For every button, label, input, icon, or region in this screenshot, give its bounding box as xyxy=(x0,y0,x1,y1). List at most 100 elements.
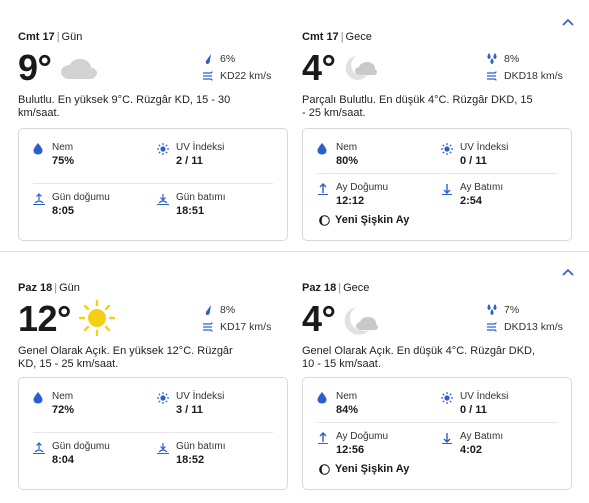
humidity-value: 84% xyxy=(336,404,359,416)
card-divider xyxy=(317,422,557,423)
humidity-value: 72% xyxy=(52,404,75,416)
sunrise-value: 8:05 xyxy=(52,205,75,217)
wind-icon xyxy=(487,71,497,81)
wind-value: KD17 km/s xyxy=(220,321,272,333)
period-label: Gece xyxy=(343,282,370,294)
panel-header: Cmt 17 | Gün xyxy=(18,31,83,43)
description-line: Genel Olarak Açık. En yüksek 12°C. Rüzgâ… xyxy=(18,345,233,357)
moon-phase: Yeni Şişkin Ay xyxy=(319,463,409,476)
precip-value: 8% xyxy=(504,53,520,65)
humidity-value: 80% xyxy=(336,155,359,167)
uv-sun-icon xyxy=(441,143,453,155)
description-line: Bulutlu. En yüksek 9°C. Rüzgâr KD, 15 - … xyxy=(18,94,231,106)
card-divider xyxy=(317,173,557,174)
night-panel: Paz 18 | Gece 4° 7% DKD13 km/s Genel Ola… xyxy=(302,281,572,490)
precip-value: 8% xyxy=(220,304,236,316)
uv-label: UV İndeksi xyxy=(460,142,509,153)
panel-header: Paz 18 | Gün xyxy=(18,282,80,294)
uv-value: 0 / 11 xyxy=(460,155,487,167)
partly-cloudy-night-icon xyxy=(345,56,377,80)
description-line: 10 - 15 km/saat. xyxy=(302,358,381,370)
card-divider xyxy=(33,183,273,184)
uv-sun-icon xyxy=(157,143,169,155)
moonrise-value: 12:56 xyxy=(336,444,365,456)
moon-phase: Yeni Şişkin Ay xyxy=(319,214,409,227)
rain-drops-icon xyxy=(487,53,497,64)
forecast-description: Genel Olarak Açık. En yüksek 12°C. Rüzgâ… xyxy=(18,345,288,371)
uv-sun-icon xyxy=(441,392,453,404)
chevron-up-icon[interactable] xyxy=(561,17,575,27)
wind-icon xyxy=(203,322,213,332)
forecast-description: Genel Olarak Açık. En düşük 4°C. Rüzgâr … xyxy=(302,345,572,371)
partly-cloudy-night-icon xyxy=(344,307,378,335)
sunrise-icon xyxy=(33,193,45,205)
sunset-value: 18:52 xyxy=(176,454,205,466)
panel-header: Paz 18 | Gece xyxy=(302,282,370,294)
night-panel: Cmt 17 | Gece 4° 8% DKD18 km/s Parçalı B… xyxy=(302,30,572,241)
chevron-up-icon[interactable] xyxy=(561,267,575,277)
period-label: Gece xyxy=(345,31,372,43)
temperature: 4° xyxy=(302,47,336,88)
description-line: KD, 15 - 25 km/saat. xyxy=(18,358,119,370)
description-line: Parçalı Bulutlu. En düşük 4°C. Rüzgâr DK… xyxy=(302,94,533,106)
rain-drops-icon xyxy=(487,304,497,315)
forecast-description: Bulutlu. En yüksek 9°C. Rüzgâr KD, 15 - … xyxy=(18,94,288,120)
humidity-label: Nem xyxy=(336,391,358,402)
moonset-label: Ay Batımı xyxy=(460,431,504,442)
raindrop-icon xyxy=(205,305,211,315)
details-card: Nem 75% UV İndeksi 2 / 11 Gün doğumu 8:0… xyxy=(18,128,288,241)
wind-value: DKD18 km/s xyxy=(504,70,563,82)
moon-phase-icon xyxy=(319,215,330,226)
wind-icon xyxy=(203,71,213,81)
uv-label: UV İndeksi xyxy=(176,391,225,402)
moonrise-value: 12:12 xyxy=(336,195,365,207)
humidity-drop-icon xyxy=(317,143,327,155)
moonset-icon xyxy=(442,184,452,195)
precip-value: 7% xyxy=(504,304,520,316)
details-card: Nem 84% UV İndeksi 0 / 11 Ay Doğumu 12:5… xyxy=(302,377,572,490)
wind-stat: KD22 km/s xyxy=(202,68,288,85)
moon-phase-label: Yeni Şişkin Ay xyxy=(335,214,410,226)
date-label: Cmt 17 xyxy=(302,31,339,43)
sunny-icon xyxy=(78,299,116,337)
wind-icon xyxy=(487,322,497,332)
temperature: 12° xyxy=(18,298,71,339)
temperature: 9° xyxy=(18,47,52,88)
date-label: Paz 18 xyxy=(302,282,337,294)
uv-value: 3 / 11 xyxy=(176,404,203,416)
humidity-label: Nem xyxy=(52,391,74,402)
uv-label: UV İndeksi xyxy=(176,142,225,153)
details-card: Nem 80% UV İndeksi 0 / 11 Ay Doğumu 12:1… xyxy=(302,128,572,241)
moon-phase-icon xyxy=(319,464,330,475)
moonrise-label: Ay Doğumu xyxy=(336,182,389,193)
precipitation-stat: 8% xyxy=(202,302,288,319)
moonset-label: Ay Batımı xyxy=(460,182,504,193)
uv-label: UV İndeksi xyxy=(460,391,509,402)
forecast-day-block: Paz 18 | Gün 12° 8% KD17 km/s Genel Olar… xyxy=(0,253,589,503)
temperature: 4° xyxy=(302,298,336,339)
moonset-icon xyxy=(442,433,452,444)
sunset-icon xyxy=(157,194,169,205)
moonset-value: 4:02 xyxy=(460,444,483,456)
precipitation-stat: 7% xyxy=(486,302,572,319)
sunrise-label: Gün doğumu xyxy=(52,192,110,203)
period-label: Gün xyxy=(59,282,80,294)
date-label: Cmt 17 xyxy=(18,31,55,43)
date-label: Paz 18 xyxy=(18,282,53,294)
uv-value: 2 / 11 xyxy=(176,155,203,167)
moonset-value: 2:54 xyxy=(460,195,483,207)
sunrise-value: 8:04 xyxy=(52,454,75,466)
humidity-drop-icon xyxy=(317,392,327,404)
humidity-value: 75% xyxy=(52,155,75,167)
precip-value: 6% xyxy=(220,53,236,65)
sunrise-icon xyxy=(33,442,45,454)
humidity-drop-icon xyxy=(33,143,43,155)
sunset-icon xyxy=(157,443,169,454)
period-label: Gün xyxy=(61,31,83,43)
uv-value: 0 / 11 xyxy=(460,404,487,416)
moon-phase-label: Yeni Şişkin Ay xyxy=(335,463,410,475)
day-panel: Cmt 17 | Gün 9° 6% KD22 km/s Bulutlu. En… xyxy=(18,30,288,241)
sunset-value: 18:51 xyxy=(176,205,205,217)
card-divider xyxy=(33,432,273,433)
sunset-label: Gün batımı xyxy=(176,441,226,452)
